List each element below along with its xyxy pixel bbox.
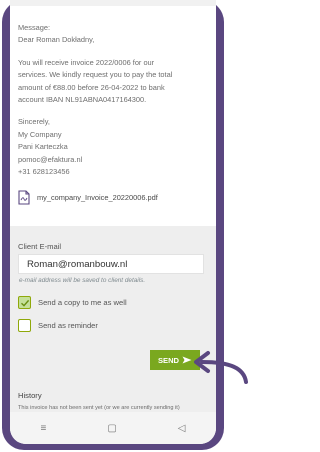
history-text: This invoice has not been sent yet (or w… [18,405,180,411]
signoff-line: My Company [18,129,62,139]
reminder-row[interactable]: Send as reminder [18,319,98,332]
client-email-label: Client E-mail [18,242,62,251]
menu-nav-icon[interactable]: ≡ [41,423,47,434]
message-line: You will receive invoice 2022/0006 for o… [18,57,155,67]
attachment-filename: my_company_Invoice_20220006.pdf [37,193,158,202]
checkmark-icon [20,299,29,307]
signoff-line: pomoc@efaktura.nl [18,154,83,164]
message-line: amount of €88.00 before 26-04-2022 to ba… [18,82,165,92]
message-line: services. We kindly request you to pay t… [18,70,173,80]
pdf-file-icon [18,190,30,205]
client-email-input[interactable]: Roman@romanbouw.nl [18,254,204,274]
history-title: History [18,391,42,400]
send-copy-checkbox[interactable] [18,296,31,309]
message-line: account IBAN NL91ABNA0417164300. [18,95,147,105]
signoff-line: Pani Karteczka [18,142,68,152]
signoff-line: Sincerely, [18,117,50,127]
message-block: Message: Dear Roman Dokładny, You will r… [18,22,210,178]
back-nav-icon[interactable]: ◁ [178,423,186,434]
top-strip [10,0,216,6]
home-nav-icon[interactable]: ▢ [107,423,116,434]
screen: Message: Dear Roman Dokładny, You will r… [10,0,216,444]
attachment-link[interactable]: my_company_Invoice_20220006.pdf [18,190,158,205]
send-copy-row[interactable]: Send a copy to me as well [18,296,127,309]
reminder-checkbox[interactable] [18,319,31,332]
message-label: Message: [18,23,51,32]
email-hint: e-mail address will be saved to client d… [19,277,146,284]
send-copy-label: Send a copy to me as well [38,298,127,307]
signoff-line: +31 628123456 [18,167,70,177]
message-greeting: Dear Roman Dokładny, [18,35,95,45]
pointer-arrow-icon [194,351,248,384]
reminder-label: Send as reminder [38,321,98,330]
send-label: SEND [157,355,180,365]
android-nav-bar: ≡ ▢ ◁ [10,412,216,444]
